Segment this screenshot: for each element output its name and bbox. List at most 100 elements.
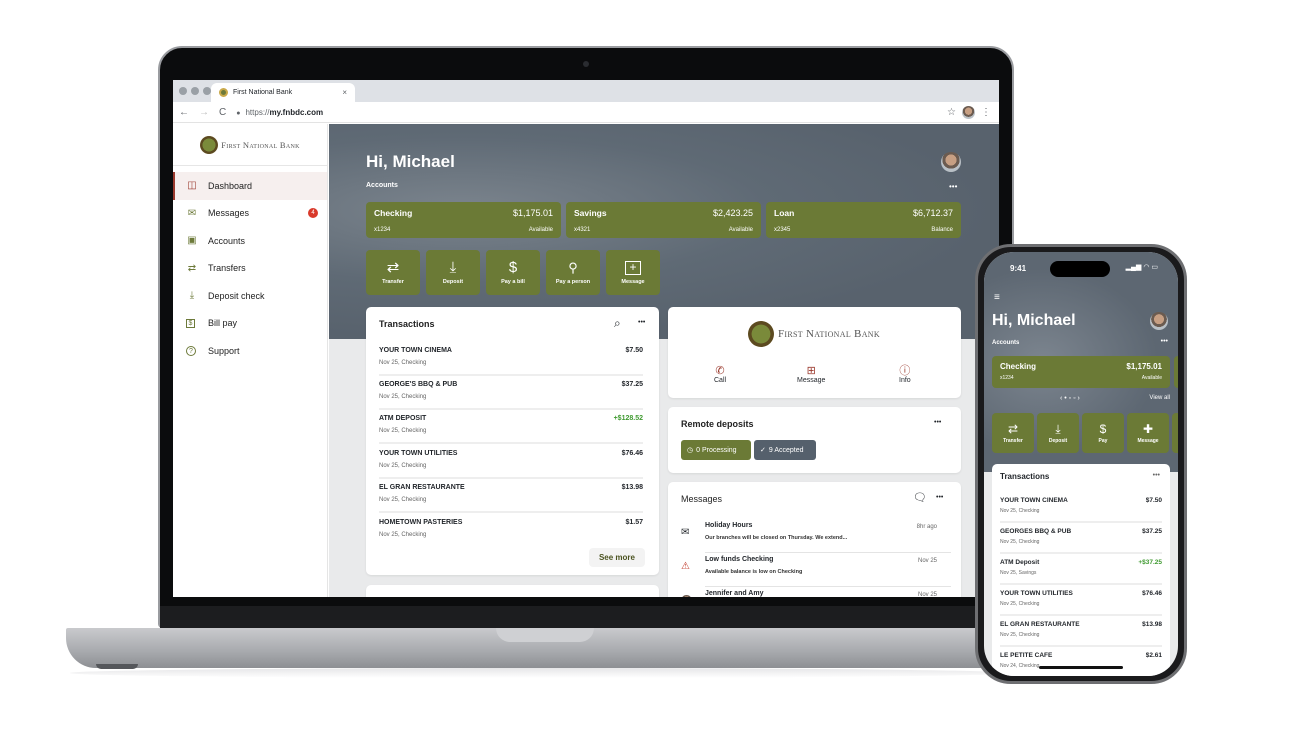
accepted-pill[interactable]: ✓ 9 Accepted: [754, 440, 816, 460]
bookmark-star-icon[interactable]: ☆: [947, 107, 956, 118]
info-button[interactable]: ⓘ Info: [899, 365, 911, 384]
more-icon[interactable]: •••: [638, 319, 645, 326]
contact-message-button[interactable]: ⊞ Message: [797, 365, 825, 384]
phone-more-actions[interactable]: [1172, 413, 1178, 453]
pay-bill-button[interactable]: $ Pay a bill: [486, 250, 540, 295]
transaction-row[interactable]: EL GRAN RESTAURANTE Nov 25, Checking $13…: [1000, 616, 1162, 647]
transaction-row[interactable]: GEORGES BBQ & PUB Nov 25, Checking $37.2…: [1000, 523, 1162, 554]
carousel-pager[interactable]: ‹ • ◦ ◦ ›: [1060, 395, 1080, 402]
phone-deposit-button[interactable]: ⤓ Deposit: [1037, 413, 1079, 453]
message-add-icon: +: [625, 260, 641, 275]
transaction-row[interactable]: ATM DEPOSIT Nov 25, Checking +$128.52: [379, 409, 643, 444]
dashboard-main: Hi, Michael Accounts ••• Checking $1,175…: [329, 124, 999, 597]
sidebar-item-transfers[interactable]: ⇄ Transfers: [173, 255, 327, 283]
bank-logo[interactable]: First National Bank: [173, 124, 327, 166]
more-icon[interactable]: •••: [936, 494, 943, 501]
accounts-more-icon[interactable]: •••: [949, 182, 957, 191]
transaction-row[interactable]: GEORGE'S BBQ & PUB Nov 25, Checking $37.…: [379, 375, 643, 410]
deposit-icon: ⤓: [189, 290, 195, 302]
phone-pay-button[interactable]: $ Pay: [1082, 413, 1124, 453]
phone-screen: 9:41 ▂▄▆ ◠ ▭ ≡ Hi, Michael Accounts ••• …: [984, 252, 1178, 676]
sidebar-item-bill-pay[interactable]: $ Bill pay: [173, 310, 327, 338]
deposit-button[interactable]: ⤓ Deposit: [426, 250, 480, 295]
laptop-chin: [160, 606, 1012, 630]
message-add-icon: ✚: [1142, 421, 1154, 436]
greeting: Hi, Michael: [366, 152, 455, 171]
close-tab-icon[interactable]: ×: [342, 88, 347, 97]
transaction-row[interactable]: LE PETITE CAFE Nov 24, Checking $2.61: [1000, 647, 1162, 676]
phone-account-card-checking[interactable]: Checking $1,175.01 x1234 Available: [992, 356, 1170, 388]
phone-message-button[interactable]: ✚ Message: [1127, 413, 1169, 453]
transfer-icon: ⇄: [187, 262, 197, 274]
transactions-card: Transactions ⌕ ••• YOUR TOWN CINEMA Nov …: [366, 307, 659, 575]
sidebar-item-dashboard[interactable]: ◫ Dashboard: [173, 172, 327, 200]
sidebar-item-deposit-check[interactable]: ⤓ Deposit check: [173, 282, 327, 310]
chat-icon[interactable]: 🗨: [913, 491, 927, 504]
message-button[interactable]: + Message: [606, 250, 660, 295]
bill-icon: $: [508, 259, 518, 276]
message-row[interactable]: ✉ Holiday Hours Our branches will be clo…: [681, 519, 951, 553]
clock-icon: ◷: [687, 447, 694, 454]
transfer-icon: ⇄: [386, 259, 400, 276]
message-row[interactable]: Jennifer and Amy Nov 25: [681, 587, 951, 597]
hamburger-menu-icon[interactable]: ≡: [994, 292, 1000, 303]
phone-more-icon[interactable]: •••: [1161, 338, 1168, 345]
info-icon: ⓘ: [899, 365, 911, 377]
accounts-label: Accounts: [366, 182, 398, 189]
phone-accounts-label: Accounts: [992, 340, 1020, 346]
transaction-row[interactable]: YOUR TOWN UTILITIES Nov 25, Checking $76…: [379, 444, 643, 479]
laptop-notch: [496, 628, 594, 642]
call-button[interactable]: ✆ Call: [714, 365, 726, 384]
view-all-link[interactable]: View all: [1149, 395, 1170, 401]
sidebar-item-messages[interactable]: ✉ Messages 4: [173, 200, 327, 228]
search-icon[interactable]: ⌕: [614, 316, 621, 331]
tab-bar: First National Bank ×: [173, 80, 999, 102]
more-icon[interactable]: •••: [934, 419, 941, 426]
contact-avatar: [681, 595, 692, 597]
phone-greeting: Hi, Michael: [992, 312, 1076, 329]
transfer-button[interactable]: ⇄ Transfer: [366, 250, 420, 295]
laptop-camera: [583, 61, 589, 67]
window-controls[interactable]: [179, 87, 211, 95]
account-card-loan[interactable]: Loan $6,712.37 x2345 Balance: [766, 202, 961, 238]
browser-window: First National Bank × ← → C ● https://my.…: [173, 80, 999, 597]
transaction-row[interactable]: ATM Deposit Nov 25, Savings +$37.25: [1000, 554, 1162, 585]
home-indicator: [1039, 666, 1123, 669]
bill-icon: $: [186, 318, 195, 328]
message-row[interactable]: ⚠ Low funds Checking Available balance i…: [681, 553, 951, 587]
transaction-row[interactable]: YOUR TOWN CINEMA Nov 25, Checking $7.50: [1000, 492, 1162, 523]
transaction-row[interactable]: EL GRAN RESTAURANTE Nov 25, Checking $13…: [379, 478, 643, 513]
person-icon: ⚲: [568, 260, 578, 275]
more-icon[interactable]: •••: [1153, 472, 1160, 479]
bank-seal-icon: [200, 135, 219, 154]
profile-avatar[interactable]: [962, 105, 975, 119]
see-more-button[interactable]: See more: [588, 548, 645, 567]
sidebar-item-accounts[interactable]: ▣ Accounts: [173, 227, 327, 255]
deposit-icon: ⤓: [449, 259, 457, 276]
transaction-row[interactable]: HOMETOWN PASTERIES Nov 25, Checking $1.5…: [379, 513, 643, 548]
url-field[interactable]: ● https://my.fnbdc.com: [236, 108, 323, 117]
phone-next-account-card[interactable]: [1174, 356, 1178, 388]
sidebar: First National Bank ◫ Dashboard ✉ Messag…: [173, 124, 328, 597]
favicon-icon: [219, 88, 228, 97]
user-avatar[interactable]: [941, 152, 961, 172]
transaction-row[interactable]: YOUR TOWN CINEMA Nov 25, Checking $7.50: [379, 341, 643, 376]
processing-pill[interactable]: ◷ 0 Processing: [681, 440, 751, 460]
sidebar-item-support[interactable]: ? Support: [173, 337, 327, 365]
back-icon[interactable]: ←: [179, 107, 189, 118]
account-card-savings[interactable]: Savings $2,423.25 x4321 Available: [566, 202, 761, 238]
transaction-row[interactable]: YOUR TOWN UTILITIES Nov 25, Checking $76…: [1000, 585, 1162, 616]
dynamic-island: [1050, 261, 1110, 277]
browser-tab[interactable]: First National Bank ×: [211, 83, 355, 102]
phone-user-avatar[interactable]: [1150, 312, 1168, 330]
account-card-checking[interactable]: Checking $1,175.01 x1234 Available: [366, 202, 561, 238]
browser-menu-icon[interactable]: ⋮: [981, 107, 991, 118]
deposit-icon: ⤓: [1055, 421, 1061, 436]
wallet-icon: ▣: [187, 235, 197, 247]
pay-person-button[interactable]: ⚲ Pay a person: [546, 250, 600, 295]
envelope-icon: ✉: [187, 207, 197, 219]
bill-icon: $: [1099, 421, 1107, 436]
forward-icon[interactable]: →: [199, 107, 209, 118]
phone-transfer-button[interactable]: ⇄ Transfer: [992, 413, 1034, 453]
reload-icon[interactable]: C: [219, 107, 226, 118]
